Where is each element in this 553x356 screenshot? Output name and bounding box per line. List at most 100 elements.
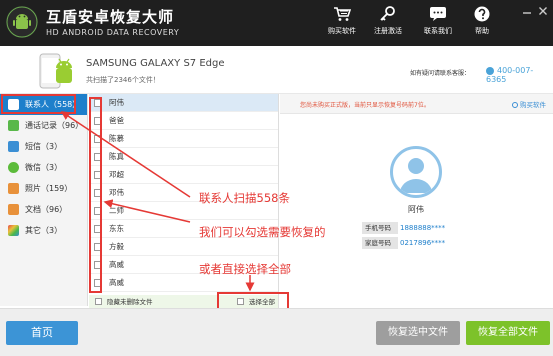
contact-name: 高威 — [109, 278, 124, 287]
app-logo — [6, 6, 38, 38]
contact-name: 爸爸 — [109, 116, 124, 125]
sidebar-item-documents[interactable]: 文档（96） — [0, 199, 87, 220]
annotation-scan-count: 联系人扫描558条 — [199, 191, 290, 205]
contact-name: 陈慕 — [109, 134, 124, 143]
contact-name: 方毅 — [109, 242, 124, 251]
select-all-checkbox[interactable] — [237, 298, 244, 305]
minimize-icon[interactable] — [522, 6, 532, 16]
contact-name: 二师 — [109, 206, 124, 215]
contact-us-label: 联系我们 — [424, 27, 452, 35]
contact-name: 陈真 — [109, 152, 124, 161]
buy-software-button[interactable]: 购买软件 — [318, 6, 366, 42]
sms-icon — [8, 141, 19, 152]
contact-name: 阿伟 — [109, 98, 124, 107]
trial-notice: 您尚未购买正式版，当前只显示恢复号码前7位。 — [300, 102, 430, 109]
support-text: 如有疑问请联系客服： — [410, 70, 471, 77]
contacts-icon — [8, 99, 19, 110]
row-checkbox[interactable] — [94, 225, 102, 233]
support-phone: 400-007-6365 — [486, 66, 553, 84]
key-icon — [380, 6, 395, 21]
chat-icon — [430, 7, 446, 21]
sidebar-item-label: 其它（3） — [25, 226, 63, 235]
device-info-bar: SAMSUNG GALAXY S7 Edge 共扫描了2346个文件！ 如有疑问… — [0, 46, 553, 94]
help-button[interactable]: 帮助 — [458, 6, 506, 42]
sidebar-item-sms[interactable]: 短信（3） — [0, 136, 87, 157]
phone-icon — [8, 120, 19, 131]
row-checkbox[interactable] — [94, 117, 102, 125]
contact-name: 邓伟 — [109, 188, 124, 197]
row-checkbox[interactable] — [94, 243, 102, 251]
recover-selected-button[interactable]: 恢复选中文件 — [376, 321, 460, 345]
row-checkbox[interactable] — [94, 279, 102, 287]
contact-detail-name: 阿伟 — [408, 205, 424, 214]
annotation-select-all-hint: 或者直接选择全部 — [199, 262, 291, 276]
annotation-select-hint: 我们可以勾选需要恢复的 — [199, 225, 326, 239]
list-item[interactable]: 陈慕 — [89, 130, 278, 148]
help-label: 帮助 — [475, 27, 489, 35]
document-icon — [8, 204, 19, 215]
row-checkbox[interactable] — [94, 153, 102, 161]
row-checkbox[interactable] — [94, 135, 102, 143]
field-value: 0217896**** — [400, 239, 446, 247]
hide-undeleted-label: 隐藏未删除文件 — [107, 298, 153, 306]
sidebar-item-photos[interactable]: 照片（159） — [0, 178, 87, 199]
wechat-icon — [8, 162, 19, 173]
title-bar: 互盾安卓恢复大师 HD ANDROID DATA RECOVERY 购买软件 注… — [0, 0, 553, 46]
buy-software-label: 购买软件 — [328, 27, 356, 35]
photo-icon — [8, 183, 19, 194]
phone-dot-icon — [486, 66, 494, 75]
trial-notice-bar: 您尚未购买正式版，当前只显示恢复号码前7位。 购买软件 — [280, 94, 553, 114]
buy-link-label: 购买软件 — [520, 101, 546, 109]
buy-software-link[interactable]: 购买软件 — [512, 99, 546, 109]
sidebar-item-call-log[interactable]: 通话记录（96） — [0, 115, 87, 136]
list-item[interactable]: 陈真 — [89, 148, 278, 166]
sidebar-item-label: 文档（96） — [25, 205, 68, 214]
app-subtitle: HD ANDROID DATA RECOVERY — [46, 28, 180, 37]
contact-detail-panel: 您尚未购买正式版，当前只显示恢复号码前7位。 购买软件 阿伟 手机号码 1888… — [280, 94, 553, 308]
sidebar-item-wechat[interactable]: 微信（3） — [0, 157, 87, 178]
device-name: SAMSUNG GALAXY S7 Edge — [86, 58, 225, 69]
row-checkbox[interactable] — [94, 171, 102, 179]
list-item[interactable]: 爸爸 — [89, 112, 278, 130]
recover-all-button[interactable]: 恢复全部文件 — [466, 321, 550, 345]
row-checkbox[interactable] — [94, 99, 102, 107]
app-title: 互盾安卓恢复大师 — [46, 8, 175, 26]
field-label: 家庭号码 — [362, 237, 398, 249]
avatar — [390, 146, 442, 198]
list-item[interactable]: 阿伟 — [89, 94, 278, 112]
list-footer: 隐藏未删除文件 选择全部 — [89, 295, 279, 308]
contact-name: 邓超 — [109, 170, 124, 179]
home-button[interactable]: 首页 — [6, 321, 78, 345]
mobile-number-row: 手机号码 1888888**** — [362, 222, 468, 234]
register-activate-label: 注册激活 — [374, 27, 402, 35]
register-activate-button[interactable]: 注册激活 — [364, 6, 412, 42]
android-phone-icon — [36, 52, 76, 93]
select-all-label: 选择全部 — [249, 298, 275, 306]
contact-name: 高威 — [109, 260, 124, 269]
cart-icon — [512, 102, 518, 108]
other-icon — [8, 225, 19, 236]
cart-icon — [334, 7, 351, 21]
sidebar-item-label: 微信（3） — [25, 163, 63, 172]
close-icon[interactable] — [538, 6, 548, 16]
bottom-bar: 首页 恢复选中文件 恢复全部文件 — [0, 308, 553, 356]
row-checkbox[interactable] — [94, 261, 102, 269]
field-value: 1888888**** — [400, 224, 446, 232]
contact-us-button[interactable]: 联系我们 — [414, 6, 462, 42]
sidebar-item-label: 联系人（558） — [25, 100, 81, 109]
list-item[interactable]: 方毅 — [89, 238, 278, 256]
list-item[interactable]: 邓超 — [89, 166, 278, 184]
contact-name: 东东 — [109, 224, 124, 233]
home-number-row: 家庭号码 0217896**** — [362, 237, 468, 249]
sidebar-item-label: 通话记录（96） — [25, 121, 84, 130]
hide-undeleted-checkbox[interactable] — [95, 298, 102, 305]
sidebar-item-contacts[interactable]: 联系人（558） — [0, 94, 87, 115]
help-icon — [474, 6, 490, 22]
category-sidebar: 联系人（558） 通话记录（96） 短信（3） 微信（3） 照片（159） 文档… — [0, 94, 88, 306]
sidebar-item-label: 短信（3） — [25, 142, 63, 151]
row-checkbox[interactable] — [94, 189, 102, 197]
sidebar-item-other[interactable]: 其它（3） — [0, 220, 87, 241]
scan-count-text: 共扫描了2346个文件！ — [86, 76, 160, 84]
sidebar-item-label: 照片（159） — [25, 184, 73, 193]
row-checkbox[interactable] — [94, 207, 102, 215]
